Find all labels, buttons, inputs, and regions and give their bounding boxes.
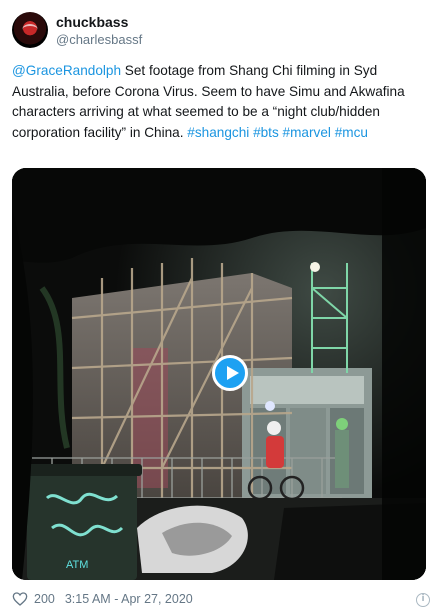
info-icon[interactable]: i	[416, 593, 430, 607]
tweet-timestamp[interactable]: 3:15 AM - Apr 27, 2020	[65, 592, 193, 606]
author-handle[interactable]: @charlesbassf	[56, 32, 142, 47]
graffiti-text: ATM	[66, 559, 88, 571]
author-display-name[interactable]: chuckbass	[56, 14, 128, 30]
tweet-text: @GraceRandolph Set footage from Shang Ch…	[12, 61, 430, 143]
hashtag-link[interactable]: #shangchi	[187, 125, 249, 140]
tweet-card: chuckbass @charlesbassf @GraceRandolph S…	[0, 0, 442, 616]
heart-icon[interactable]	[12, 591, 28, 607]
hashtag-link[interactable]: #mcu	[335, 125, 368, 140]
tweet-footer: 200 3:15 AM - Apr 27, 2020	[12, 590, 193, 608]
play-button[interactable]	[212, 355, 248, 391]
video-player[interactable]: ATM	[12, 168, 426, 580]
mention-link[interactable]: @GraceRandolph	[12, 63, 121, 78]
hashtag-link[interactable]: #bts	[253, 125, 279, 140]
like-count[interactable]: 200	[34, 592, 55, 606]
avatar[interactable]	[12, 12, 48, 48]
hashtag-link[interactable]: #marvel	[283, 125, 331, 140]
